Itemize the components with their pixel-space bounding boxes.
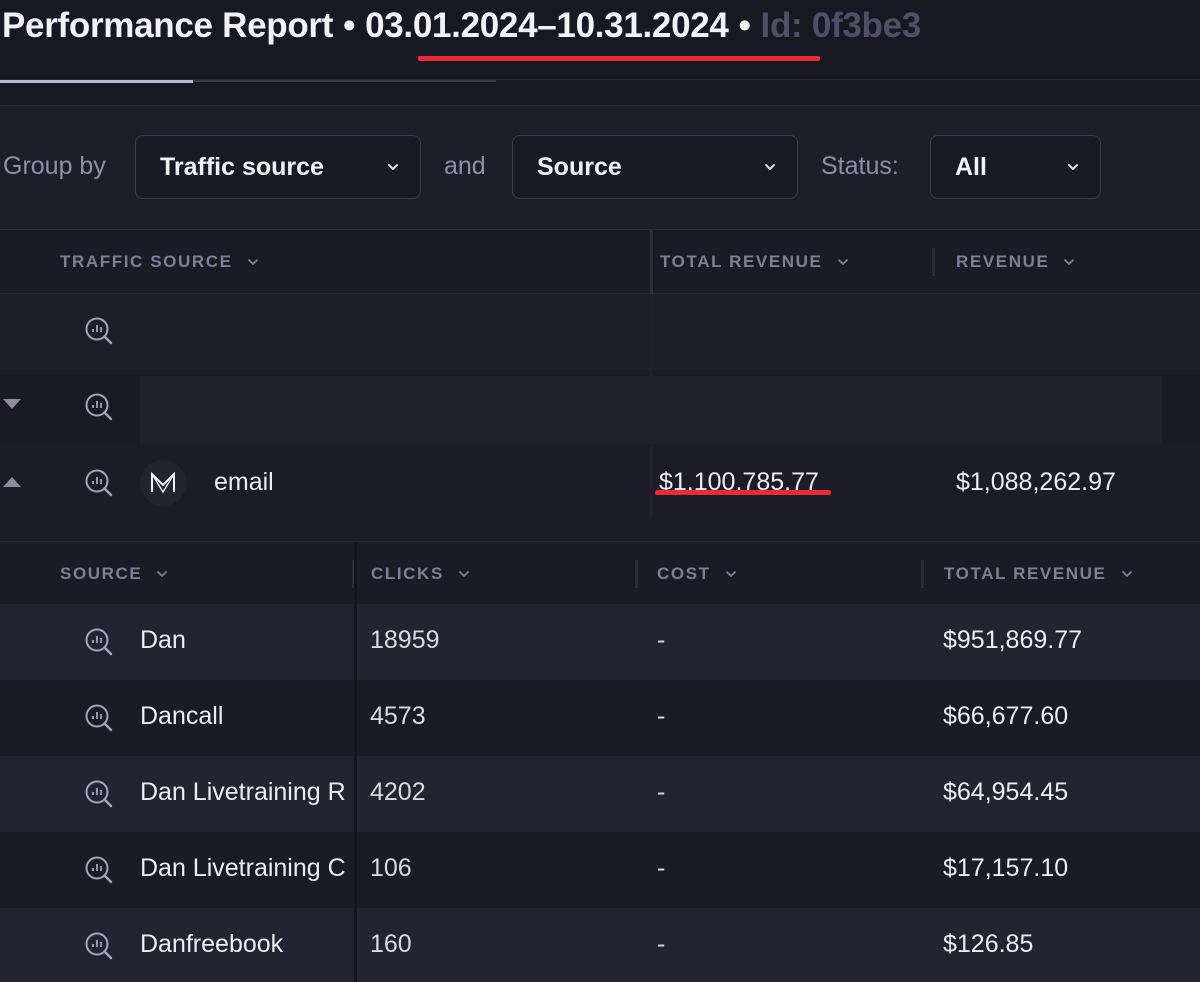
caret-down-icon[interactable]: [2, 398, 22, 410]
cost-value: -: [657, 930, 666, 958]
column-divider[interactable]: [635, 560, 638, 588]
group-by-value: Traffic source: [160, 152, 324, 181]
table-row[interactable]: Dan Livetraining C 106 - $17,157.10: [0, 832, 1200, 908]
source-name: Dancall: [140, 702, 224, 730]
cost-value: -: [657, 778, 666, 806]
table-row[interactable]: Dan 18959 - $951,869.77: [0, 604, 1200, 680]
group-by-select[interactable]: Traffic source: [135, 135, 421, 199]
total-revenue-value: $126.85: [943, 930, 1034, 958]
column-header-revenue[interactable]: REVENUE: [956, 252, 1075, 272]
analytics-search-icon[interactable]: [84, 855, 114, 885]
total-revenue-value: $64,954.45: [943, 778, 1069, 806]
column-label: TRAFFIC SOURCE: [60, 252, 233, 271]
column-label: TOTAL REVENUE: [660, 252, 823, 271]
cost-value: -: [657, 702, 666, 730]
chevron-down-icon: [247, 259, 258, 265]
source-name: Dan Livetraining C: [140, 854, 346, 882]
chevron-down-icon: [725, 571, 736, 577]
analytics-search-icon[interactable]: [84, 627, 114, 657]
table-row[interactable]: Danfreebook 160 - $126.85: [0, 908, 1200, 982]
status-label: Status:: [821, 152, 899, 180]
column-header-total-revenue[interactable]: TOTAL REVENUE: [660, 252, 849, 272]
total-revenue-value: $951,869.77: [943, 626, 1083, 654]
column-label: REVENUE: [956, 252, 1050, 271]
table-row[interactable]: email $1.100.785.77 $1,088,262.97: [0, 444, 1200, 542]
and-label: and: [444, 152, 486, 180]
table-row[interactable]: [0, 370, 1200, 444]
second-group-select[interactable]: Source: [512, 135, 798, 199]
total-revenue-highlight: [655, 490, 831, 495]
analytics-search-icon[interactable]: [84, 703, 114, 733]
clicks-value: 160: [370, 930, 412, 958]
cost-value: -: [657, 854, 666, 882]
page-header: Performance Report • 03.01.2024–10.31.20…: [0, 0, 1200, 80]
date-range[interactable]: 03.01.2024–10.31.2024: [365, 6, 729, 46]
analytics-search-icon[interactable]: [84, 316, 114, 346]
status-select[interactable]: All: [930, 135, 1101, 199]
clicks-value: 4202: [370, 778, 426, 806]
page-title: Performance Report • 03.01.2024–10.31.20…: [2, 6, 921, 54]
chevron-down-icon: [765, 164, 775, 170]
source-name: Danfreebook: [140, 930, 284, 958]
chevron-down-icon: [157, 571, 168, 577]
title-separator: •: [343, 6, 356, 45]
table-header: TRAFFIC SOURCE TOTAL REVENUE REVENUE: [0, 230, 1200, 294]
second-group-value: Source: [537, 152, 622, 181]
date-range-highlight: [418, 56, 820, 61]
brand-logo-mark: [151, 471, 175, 494]
column-label: CLICKS: [371, 564, 444, 583]
chevron-down-icon: [837, 259, 848, 265]
table-row[interactable]: Dan Livetraining R 4202 - $64,954.45: [0, 756, 1200, 832]
cost-value: -: [657, 626, 666, 654]
active-tab-indicator: [0, 80, 193, 83]
revenue-value: $1,088,262.97: [956, 468, 1116, 496]
report-id: Id: 0f3be3: [760, 6, 922, 45]
chevron-down-icon: [458, 571, 469, 577]
column-label: TOTAL REVENUE: [944, 564, 1107, 583]
column-header-total-revenue[interactable]: TOTAL REVENUE: [944, 564, 1133, 584]
source-name: Dan Livetraining R: [140, 778, 346, 806]
clicks-value: 18959: [370, 626, 440, 654]
chevron-down-icon: [1064, 259, 1075, 265]
analytics-search-icon[interactable]: [84, 779, 114, 809]
total-revenue-value: $66,677.60: [943, 702, 1069, 730]
chevron-down-icon: [388, 164, 398, 170]
column-header-clicks[interactable]: CLICKS: [371, 564, 470, 584]
source-name: Dan: [140, 626, 186, 654]
traffic-source-name: email: [214, 468, 274, 496]
column-divider[interactable]: [650, 230, 653, 294]
column-divider[interactable]: [921, 560, 924, 588]
report-page: Performance Report • 03.01.2024–10.31.20…: [0, 0, 1200, 982]
clicks-value: 4573: [370, 702, 426, 730]
column-divider: [354, 542, 357, 982]
report-title: Performance Report: [2, 6, 334, 45]
column-header-cost[interactable]: COST: [657, 564, 737, 584]
total-revenue-value: $17,157.10: [943, 854, 1069, 882]
column-divider[interactable]: [932, 248, 935, 276]
clicks-value: 106: [370, 854, 412, 882]
tab-bar: [0, 80, 1200, 106]
chevron-down-icon: [1121, 571, 1132, 577]
table-row[interactable]: [0, 294, 1200, 370]
group-by-label: Group by: [3, 152, 106, 180]
subtable-header: SOURCE CLICKS COST TOTAL REVENUE: [0, 542, 1200, 604]
column-label: SOURCE: [60, 564, 143, 583]
analytics-search-icon[interactable]: [84, 931, 114, 961]
table-row[interactable]: Dancall 4573 - $66,677.60: [0, 680, 1200, 756]
column-divider: [650, 294, 653, 518]
chevron-down-icon: [1068, 164, 1078, 170]
caret-up-icon[interactable]: [2, 476, 22, 488]
filter-bar: Group by Traffic source and Source Statu…: [0, 106, 1200, 230]
analytics-search-icon[interactable]: [84, 468, 114, 498]
tab-track: [193, 80, 496, 82]
title-separator: •: [738, 6, 751, 45]
analytics-search-icon[interactable]: [84, 392, 114, 422]
status-value: All: [955, 152, 987, 181]
column-header-traffic-source[interactable]: TRAFFIC SOURCE: [60, 252, 259, 272]
brand-logo-icon: [140, 460, 186, 506]
column-label: COST: [657, 564, 711, 583]
column-header-source[interactable]: SOURCE: [60, 564, 168, 584]
